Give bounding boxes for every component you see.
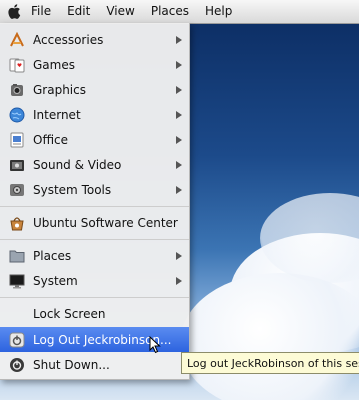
menu-view[interactable]: View	[98, 0, 142, 23]
menu-item-system-tools[interactable]: System Tools	[0, 177, 189, 202]
menu-item-system[interactable]: System	[0, 268, 189, 293]
menu-item-internet[interactable]: Internet	[0, 102, 189, 127]
power-icon	[8, 356, 26, 374]
menu-help[interactable]: Help	[197, 0, 240, 23]
logout-tooltip: Log out JeckRobinson of this ses	[181, 352, 359, 374]
applications-menu: Accessories Games Graphics Internet Offi…	[0, 23, 190, 380]
menu-edit[interactable]: Edit	[59, 0, 98, 23]
submenu-arrow-icon	[176, 85, 182, 94]
submenu-arrow-icon	[176, 185, 182, 194]
submenu-arrow-icon	[176, 251, 182, 260]
submenu-arrow-icon	[176, 35, 182, 44]
menu-item-places[interactable]: Places	[0, 243, 189, 268]
graphics-icon	[8, 81, 26, 99]
menu-separator	[0, 297, 189, 298]
submenu-arrow-icon	[176, 135, 182, 144]
menu-item-accessories[interactable]: Accessories	[0, 27, 189, 52]
mouse-cursor-icon	[149, 335, 161, 357]
internet-icon	[8, 106, 26, 124]
cloud	[180, 273, 359, 400]
submenu-arrow-icon	[176, 160, 182, 169]
folder-icon	[8, 247, 26, 265]
menu-separator	[0, 206, 189, 207]
apple-logo-icon[interactable]	[7, 4, 21, 20]
menu-item-lock-screen[interactable]: Lock Screen	[0, 301, 189, 326]
top-menu-bar: File Edit View Places Help	[0, 0, 359, 24]
accessories-icon	[8, 31, 26, 49]
menu-item-graphics[interactable]: Graphics	[0, 77, 189, 102]
menu-item-games[interactable]: Games	[0, 52, 189, 77]
office-icon	[8, 131, 26, 149]
sound-video-icon	[8, 156, 26, 174]
monitor-icon	[8, 272, 26, 290]
menu-item-sound-video[interactable]: Sound & Video	[0, 152, 189, 177]
submenu-arrow-icon	[176, 276, 182, 285]
menu-places[interactable]: Places	[143, 0, 197, 23]
menu-file[interactable]: File	[29, 0, 59, 23]
logout-icon	[8, 331, 26, 349]
submenu-arrow-icon	[176, 60, 182, 69]
games-icon	[8, 56, 26, 74]
menu-item-ubuntu-software-center[interactable]: Ubuntu Software Center	[0, 210, 189, 235]
software-center-icon	[8, 214, 26, 232]
menu-separator	[0, 239, 189, 240]
system-tools-icon	[8, 181, 26, 199]
menu-item-office[interactable]: Office	[0, 127, 189, 152]
submenu-arrow-icon	[176, 110, 182, 119]
